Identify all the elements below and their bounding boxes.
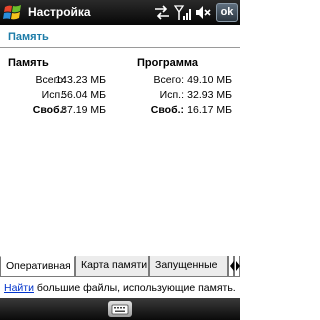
tab-main-memory[interactable]: Оперативная — [0, 256, 75, 277]
page-title: Память — [8, 31, 49, 43]
storage-free-value: 87.19 МБ — [61, 104, 106, 116]
program-free-label: Своб.: — [150, 104, 184, 116]
program-heading: Программа — [137, 57, 199, 69]
hint-text: большие файлы, использующие память. — [33, 282, 236, 294]
find-link[interactable]: Найти — [4, 282, 34, 294]
program-used-value: 32.93 МБ — [187, 89, 232, 101]
program-total-label: Всего: — [153, 74, 184, 86]
keyboard-icon[interactable] — [108, 301, 132, 317]
header-divider — [0, 47, 240, 48]
tab-scroll-right-icon[interactable] — [234, 256, 240, 277]
program-total-value: 49.10 МБ — [187, 74, 232, 86]
tab-running-programs[interactable]: Запущенные — [149, 256, 228, 277]
program-used-label: Исп.: — [159, 89, 184, 101]
windows-start-icon[interactable] — [2, 2, 24, 23]
program-free-value: 16.17 МБ — [187, 104, 232, 116]
volume-muted-icon[interactable] — [194, 3, 212, 22]
title-bar: Настройка ok — [0, 0, 240, 25]
connectivity-icon[interactable] — [152, 3, 172, 22]
soft-key-bar — [0, 298, 240, 320]
storage-used-value: 56.04 МБ — [61, 89, 106, 101]
tab-storage-card[interactable]: Карта памяти — [75, 256, 149, 277]
window-title: Настройка — [28, 5, 91, 19]
ok-button[interactable]: ok — [216, 3, 238, 22]
storage-heading: Память — [8, 57, 49, 69]
find-large-files-hint: Найти большие файлы, использующие память… — [4, 282, 236, 294]
signal-icon[interactable] — [173, 3, 192, 22]
storage-total-value: 143.23 МБ — [55, 74, 106, 86]
